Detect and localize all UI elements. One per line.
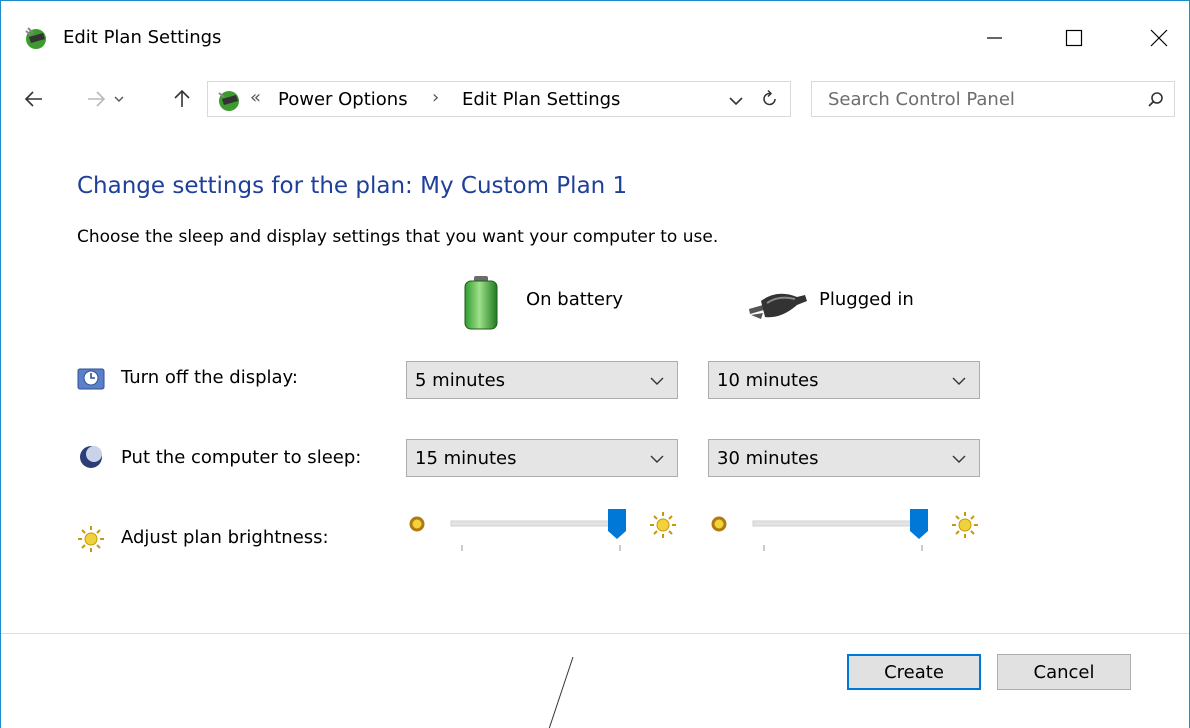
up-button[interactable] — [167, 85, 197, 113]
close-icon — [1150, 29, 1168, 47]
recent-locations-button[interactable] — [107, 85, 131, 113]
brightness-sun-icon — [78, 526, 104, 552]
select-value: 10 minutes — [717, 370, 819, 391]
search-icon[interactable] — [1146, 90, 1166, 110]
chevron-down-icon — [114, 96, 124, 102]
breadcrumb-power-options[interactable]: Power Options — [278, 89, 408, 110]
slider-track — [450, 520, 622, 527]
breadcrumb-edit-plan-settings[interactable]: Edit Plan Settings — [462, 89, 620, 110]
turn-off-display-label: Turn off the display: — [121, 367, 298, 388]
chevron-down-icon — [650, 455, 664, 463]
maximize-button[interactable] — [1051, 15, 1097, 61]
search-input[interactable]: Search Control Panel — [828, 89, 1015, 110]
sleep-battery-select[interactable]: 15 minutes — [406, 439, 678, 477]
title-bar: Edit Plan Settings — [1, 1, 1189, 79]
select-value: 15 minutes — [415, 448, 517, 469]
battery-icon — [464, 276, 498, 330]
forward-arrow-icon — [88, 91, 106, 107]
minimize-button[interactable] — [971, 15, 1017, 61]
dim-icon — [711, 516, 727, 532]
page-heading: Change settings for the plan: My Custom … — [77, 173, 628, 199]
display-timer-icon — [77, 368, 105, 390]
display-battery-select[interactable]: 5 minutes — [406, 361, 678, 399]
column-on-battery: On battery — [526, 289, 623, 310]
search-box[interactable]: Search Control Panel — [811, 81, 1175, 117]
dim-icon — [409, 516, 425, 532]
page-description: Choose the sleep and display settings th… — [77, 227, 719, 247]
address-dropdown-icon[interactable] — [726, 90, 746, 110]
select-value: 5 minutes — [415, 370, 506, 391]
sleep-label: Put the computer to sleep: — [121, 447, 362, 468]
breadcrumb-overflow[interactable]: « — [250, 87, 261, 108]
plugged-brightness-slider[interactable] — [707, 505, 997, 555]
slider-thumb[interactable] — [910, 509, 928, 539]
battery-brightness-slider[interactable] — [405, 505, 695, 555]
footer-divider — [1, 633, 1189, 634]
chevron-down-icon — [952, 455, 966, 463]
edit-plan-settings-window: Edit Plan Settings « Power Options › Edi… — [0, 0, 1190, 728]
power-options-icon — [25, 27, 46, 49]
minimize-icon — [987, 37, 1002, 39]
sleep-plugged-select[interactable]: 30 minutes — [708, 439, 980, 477]
back-button[interactable] — [19, 85, 49, 113]
bright-icon — [650, 512, 676, 538]
create-button[interactable]: Create — [847, 654, 981, 690]
up-arrow-icon — [174, 89, 190, 107]
back-arrow-icon — [24, 91, 42, 107]
bright-icon — [952, 512, 978, 538]
sleep-moon-icon — [80, 446, 102, 468]
slider-thumb[interactable] — [608, 509, 626, 539]
slider-track — [752, 520, 924, 527]
window-title: Edit Plan Settings — [63, 27, 222, 48]
chevron-down-icon — [650, 377, 664, 385]
brightness-label: Adjust plan brightness: — [121, 527, 329, 548]
breadcrumb-separator[interactable]: › — [432, 87, 439, 108]
maximize-icon — [1065, 29, 1083, 47]
refresh-icon[interactable] — [759, 88, 781, 110]
chevron-down-icon — [952, 377, 966, 385]
plug-icon — [749, 293, 807, 319]
select-value: 30 minutes — [717, 448, 819, 469]
column-plugged-in: Plugged in — [819, 289, 914, 310]
power-options-icon — [218, 91, 239, 111]
cancel-button[interactable]: Cancel — [997, 654, 1131, 690]
display-plugged-select[interactable]: 10 minutes — [708, 361, 980, 399]
close-button[interactable] — [1136, 15, 1182, 61]
address-bar[interactable]: « Power Options › Edit Plan Settings — [207, 81, 791, 117]
